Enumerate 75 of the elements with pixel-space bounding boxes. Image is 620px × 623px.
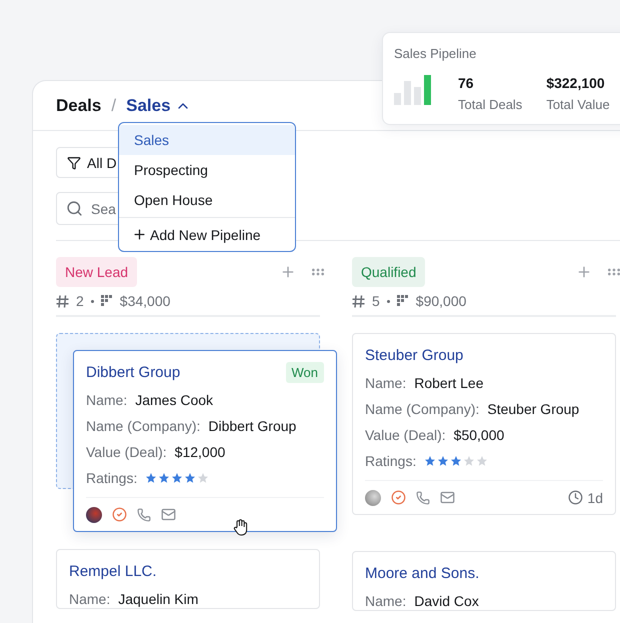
breadcrumb-root[interactable]: Deals: [56, 96, 102, 116]
deal-card[interactable]: Steuber Group Name: Robert Lee Name (Company): Steuber Group Value (Deal): $50,000 Ratings: 1d: [352, 333, 616, 515]
star-icon: [463, 455, 476, 467]
field-value: David Cox: [414, 593, 479, 609]
separator-dot: [90, 300, 94, 302]
add-icon[interactable]: [280, 264, 296, 280]
hash-icon: [56, 294, 69, 308]
star-icon: [476, 455, 488, 467]
check-circle-icon[interactable]: [112, 507, 127, 522]
deal-title[interactable]: Moore and Sons.: [365, 564, 480, 582]
field-value: James Cook: [135, 392, 214, 408]
star-icon: [171, 472, 184, 484]
phone-icon[interactable]: [137, 508, 151, 522]
deal-card[interactable]: Rempel LLC. Name: Jaquelin Kim: [56, 549, 320, 609]
separator-dot: [386, 300, 390, 302]
stage-total: $34,000: [120, 293, 170, 309]
filter-icon: [67, 156, 81, 170]
field-value: $50,000: [454, 427, 504, 443]
field-label: Name (Company):: [365, 401, 480, 417]
stat-label: Total Value: [546, 97, 610, 112]
field-label: Name:: [69, 591, 110, 607]
field-value: Jaquelin Kim: [118, 591, 198, 607]
clock-icon: [568, 490, 584, 505]
mail-icon[interactable]: [161, 507, 176, 522]
field-label: Value (Deal):: [86, 444, 167, 460]
phone-icon[interactable]: [416, 490, 430, 504]
star-icon: [197, 472, 210, 484]
grid-icon: [100, 295, 113, 307]
star-icon: [158, 472, 170, 484]
field-value: $12,000: [174, 444, 226, 460]
field-value: Robert Lee: [414, 375, 484, 391]
deal-card[interactable]: Moore and Sons. Name: David Cox: [352, 551, 616, 611]
elapsed-time: 1d: [587, 490, 603, 506]
check-circle-icon[interactable]: [391, 490, 406, 505]
field-label: Value (Deal):: [365, 427, 446, 443]
star-icon: [450, 455, 462, 467]
field-value: Dibbert Group: [208, 418, 296, 434]
stat-value: $322,100: [546, 75, 606, 91]
field-label: Ratings:: [86, 470, 138, 486]
field-value: Steuber Group: [487, 401, 580, 417]
stat-value: 76: [458, 75, 475, 91]
add-icon[interactable]: [576, 264, 592, 280]
stage-tag: Qualified: [352, 257, 426, 287]
deal-title[interactable]: Steuber Group: [365, 346, 464, 364]
menu-item[interactable]: Sales: [119, 125, 295, 155]
add-pipeline-item[interactable]: Add New Pipeline: [119, 217, 295, 251]
grid-icon: [396, 295, 409, 307]
search-icon: [66, 200, 83, 217]
mail-icon[interactable]: [440, 490, 455, 505]
field-label: Name:: [365, 593, 406, 609]
star-icon: [424, 455, 436, 467]
deal-card[interactable]: Dibbert Group Won Name: James Cook Name (Company): Dibbert Group Value (Deal): $12,000 Ratings:: [73, 350, 337, 532]
pipeline-selector[interactable]: Sales: [126, 96, 191, 116]
star-icon: [184, 472, 196, 484]
deal-title[interactable]: Dibbert Group: [86, 364, 180, 380]
bar-chart-icon: [394, 75, 434, 105]
plus-icon: [132, 227, 147, 242]
summary-title: Sales Pipeline: [394, 46, 478, 61]
field-label: Name:: [86, 392, 128, 408]
star-icon: [145, 472, 158, 484]
hand-cursor-icon: [232, 518, 250, 536]
breadcrumb-separator: /: [111, 96, 116, 116]
avatar[interactable]: [86, 506, 102, 522]
hash-icon: [352, 294, 365, 308]
stage-total: $90,000: [416, 293, 466, 309]
field-label: Name (Company):: [86, 418, 200, 434]
status-badge: Won: [286, 362, 324, 382]
deal-count: 5: [372, 293, 380, 309]
deal-title[interactable]: Rempel LLC.: [69, 562, 157, 580]
stat-label: Total Deals: [458, 97, 522, 112]
field-label: Name:: [365, 375, 406, 391]
deal-count: 2: [76, 293, 84, 309]
star-icon: [437, 455, 450, 467]
stage-tag: New Lead: [56, 257, 138, 287]
field-label: Ratings:: [365, 453, 416, 469]
